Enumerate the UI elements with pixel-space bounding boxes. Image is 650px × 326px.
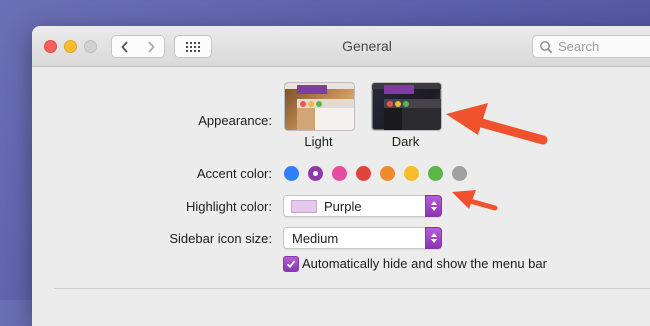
annotation-arrow-accent xyxy=(452,190,498,211)
annotation-arrow-dark xyxy=(446,103,548,145)
annotation-arrows xyxy=(446,103,548,211)
